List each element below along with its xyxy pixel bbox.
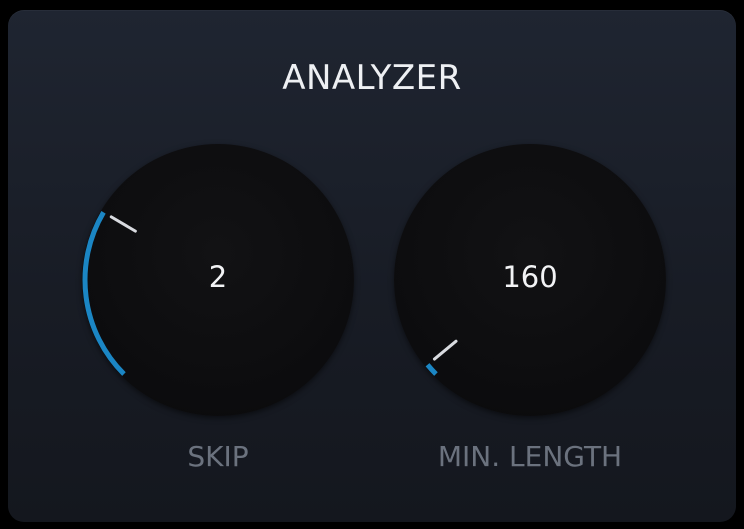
- skip-value: 2: [208, 260, 228, 294]
- min-length-value: 160: [502, 260, 558, 294]
- min-length-label: MIN. LENGTH: [437, 440, 623, 473]
- skip-knob[interactable]: 2: [82, 144, 354, 416]
- skip-label: SKIP: [187, 440, 249, 473]
- panel-title: ANALYZER: [282, 58, 462, 98]
- min-length-knob[interactable]: 160: [394, 144, 666, 416]
